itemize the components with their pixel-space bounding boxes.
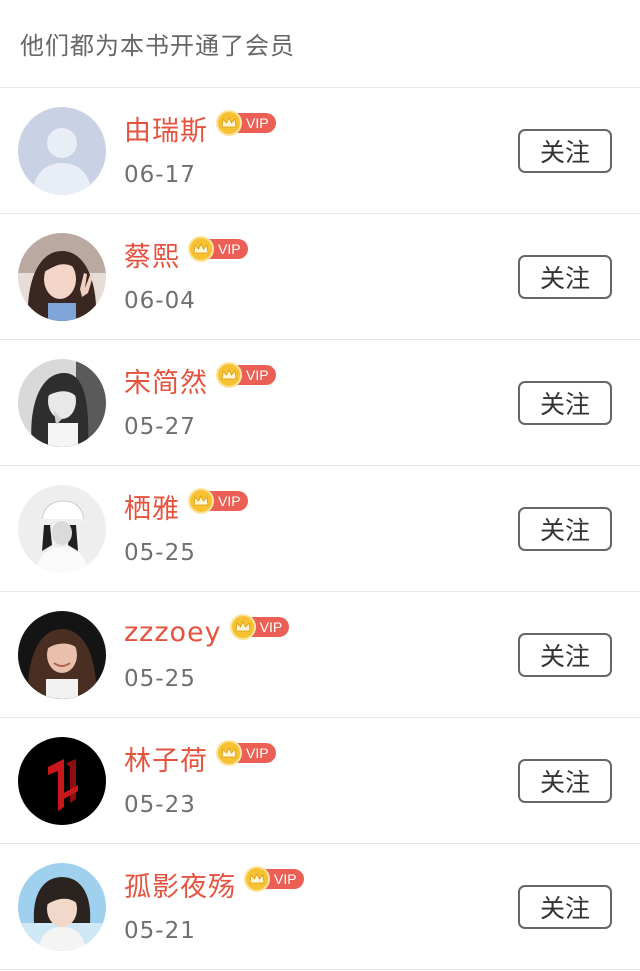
follow-button[interactable]: 关注 bbox=[518, 129, 612, 173]
user-name[interactable]: 由瑞斯 bbox=[124, 109, 208, 148]
crown-icon bbox=[244, 866, 270, 892]
name-line: 宋简然 VIP bbox=[124, 361, 276, 400]
avatar[interactable] bbox=[18, 359, 106, 447]
avatar[interactable] bbox=[18, 233, 106, 321]
crown-icon bbox=[216, 110, 242, 136]
follow-button[interactable]: 关注 bbox=[518, 381, 612, 425]
user-photo-icon bbox=[18, 359, 106, 447]
name-line: zzzoey VIP bbox=[124, 614, 290, 650]
user-name[interactable]: 宋简然 bbox=[124, 361, 208, 400]
user-name[interactable]: 林子荷 bbox=[124, 739, 208, 778]
vip-members-page: 他们都为本书开通了会员 由瑞斯 VIP 06-17 关注 蔡熙 VIP 06-0… bbox=[0, 0, 640, 971]
list-item[interactable]: 蔡熙 VIP 06-04 关注 bbox=[0, 214, 640, 340]
default-avatar-icon bbox=[18, 107, 106, 195]
crown-icon bbox=[188, 488, 214, 514]
user-name[interactable]: 栖雅 bbox=[124, 487, 180, 526]
vip-badge: VIP bbox=[216, 740, 276, 766]
follow-button[interactable]: 关注 bbox=[518, 885, 612, 929]
user-name[interactable]: 孤影夜殇 bbox=[124, 865, 236, 904]
avatar[interactable] bbox=[18, 737, 106, 825]
vip-badge: VIP bbox=[216, 362, 276, 388]
member-list[interactable]: 由瑞斯 VIP 06-17 关注 蔡熙 VIP 06-04 关注 宋简然 VIP… bbox=[0, 88, 640, 970]
list-item[interactable]: 栖雅 VIP 05-25 关注 bbox=[0, 466, 640, 592]
join-date: 05-21 bbox=[124, 918, 196, 944]
name-line: 由瑞斯 VIP bbox=[124, 109, 276, 148]
name-line: 栖雅 VIP bbox=[124, 487, 248, 526]
user-photo-icon bbox=[18, 611, 106, 699]
vip-badge: VIP bbox=[188, 488, 248, 514]
vip-badge: VIP bbox=[244, 866, 304, 892]
join-date: 05-25 bbox=[124, 666, 196, 692]
join-date: 06-17 bbox=[124, 162, 196, 188]
avatar[interactable] bbox=[18, 611, 106, 699]
vip-badge: VIP bbox=[229, 614, 290, 640]
user-photo-icon bbox=[18, 485, 106, 573]
join-date: 05-25 bbox=[124, 540, 196, 566]
name-line: 孤影夜殇 VIP bbox=[124, 865, 304, 904]
crown-icon bbox=[188, 236, 214, 262]
user-name[interactable]: 蔡熙 bbox=[124, 235, 180, 274]
vip-badge: VIP bbox=[216, 110, 276, 136]
follow-button[interactable]: 关注 bbox=[518, 633, 612, 677]
crown-icon bbox=[216, 362, 242, 388]
join-date: 05-27 bbox=[124, 414, 196, 440]
name-line: 林子荷 VIP bbox=[124, 739, 276, 778]
name-line: 蔡熙 VIP bbox=[124, 235, 248, 274]
user-photo-icon bbox=[18, 233, 106, 321]
vip-badge: VIP bbox=[188, 236, 248, 262]
avatar[interactable] bbox=[18, 485, 106, 573]
page-title: 他们都为本书开通了会员 bbox=[20, 32, 295, 60]
join-date: 05-23 bbox=[124, 792, 196, 818]
user-name[interactable]: zzzoey bbox=[124, 617, 222, 648]
crown-icon bbox=[216, 740, 242, 766]
list-item[interactable]: 孤影夜殇 VIP 05-21 关注 bbox=[0, 844, 640, 970]
crown-icon bbox=[229, 614, 256, 640]
follow-button[interactable]: 关注 bbox=[518, 759, 612, 803]
follow-button[interactable]: 关注 bbox=[518, 255, 612, 299]
user-photo-icon bbox=[18, 863, 106, 951]
list-item[interactable]: 林子荷 VIP 05-23 关注 bbox=[0, 718, 640, 844]
list-item[interactable]: 宋简然 VIP 05-27 关注 bbox=[0, 340, 640, 466]
avatar[interactable] bbox=[18, 863, 106, 951]
list-item[interactable]: zzzoey VIP 05-25 关注 bbox=[0, 592, 640, 718]
list-item[interactable]: 由瑞斯 VIP 06-17 关注 bbox=[0, 88, 640, 214]
logo-avatar-icon bbox=[18, 737, 106, 825]
avatar[interactable] bbox=[18, 107, 106, 195]
follow-button[interactable]: 关注 bbox=[518, 507, 612, 551]
header: 他们都为本书开通了会员 bbox=[0, 0, 640, 88]
join-date: 06-04 bbox=[124, 288, 196, 314]
